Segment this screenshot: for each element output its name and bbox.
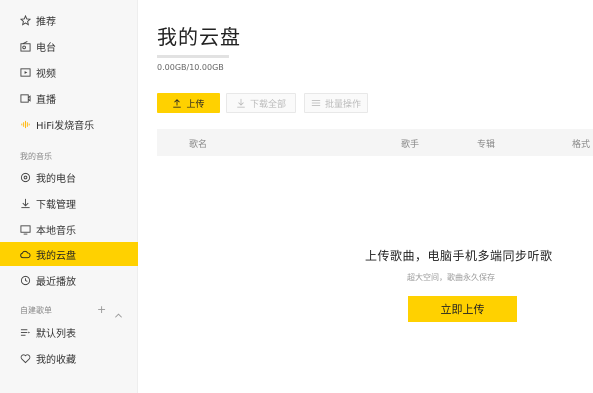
sidebar-item-label: 最近播放 bbox=[36, 276, 76, 288]
sidebar-item-my-cloud[interactable]: 我的云盘 bbox=[0, 242, 138, 266]
video-icon bbox=[19, 66, 31, 78]
download-icon bbox=[236, 98, 246, 108]
sidebar-item-label: 电台 bbox=[36, 42, 56, 54]
sidebar-item-local-music[interactable]: 本地音乐 bbox=[0, 217, 138, 241]
podcast-icon bbox=[19, 171, 31, 183]
sidebar-item-favorites[interactable]: 我的收藏 bbox=[0, 346, 138, 370]
sidebar-item-label: 直播 bbox=[36, 94, 56, 106]
sidebar-item-recommend[interactable]: 推荐 bbox=[0, 8, 138, 32]
sidebar-item-hifi[interactable]: HiFi发烧音乐 bbox=[0, 112, 138, 136]
heart-icon bbox=[19, 352, 31, 364]
section-title-my-music: 我的音乐 bbox=[20, 152, 52, 161]
upload-icon bbox=[172, 98, 182, 108]
sidebar-item-label: 我的云盘 bbox=[36, 250, 76, 262]
sidebar-item-default-list[interactable]: 默认列表 bbox=[0, 320, 138, 344]
clock-icon bbox=[19, 274, 31, 286]
download-all-label: 下载全部 bbox=[249, 99, 286, 110]
batch-operation-button[interactable]: 批量操作 bbox=[304, 93, 368, 113]
download-all-button[interactable]: 下载全部 bbox=[226, 93, 296, 113]
sidebar-item-label: 本地音乐 bbox=[36, 225, 76, 237]
batch-operation-label: 批量操作 bbox=[324, 99, 361, 110]
empty-state-title: 上传歌曲，电脑手机多端同步听歌 bbox=[365, 249, 553, 263]
live-icon bbox=[19, 92, 31, 104]
sidebar-item-my-radio[interactable]: 我的电台 bbox=[0, 165, 138, 189]
upload-button-label: 上传 bbox=[186, 99, 205, 110]
main-content: 我的云盘 0.00GB/10.00GB 上传 下载全部 批量操作 歌名 歌手 专… bbox=[139, 0, 593, 393]
radio-icon bbox=[19, 40, 31, 52]
sidebar-item-label: 下载管理 bbox=[36, 199, 76, 211]
sidebar: 推荐 电台 视频 直播 HiFi发烧音乐 我的音乐 我的电台 下载管理 本地音乐… bbox=[0, 0, 138, 393]
table-header: 歌名 歌手 专辑 格式 bbox=[157, 129, 593, 156]
monitor-icon bbox=[19, 223, 31, 235]
sidebar-item-label: 推荐 bbox=[36, 16, 56, 28]
download-icon bbox=[19, 197, 31, 209]
cloud-icon bbox=[19, 248, 31, 260]
column-header-format[interactable]: 格式 bbox=[572, 137, 590, 150]
empty-state-subtitle: 超大空间，歌曲永久保存 bbox=[407, 273, 495, 282]
storage-usage-bar bbox=[157, 55, 229, 58]
sidebar-item-label: 默认列表 bbox=[36, 328, 76, 340]
sidebar-item-recent[interactable]: 最近播放 bbox=[0, 268, 138, 292]
column-header-artist[interactable]: 歌手 bbox=[401, 137, 419, 150]
sidebar-item-live[interactable]: 直播 bbox=[0, 86, 138, 110]
batch-list-icon bbox=[311, 98, 321, 108]
sidebar-item-label: HiFi发烧音乐 bbox=[36, 120, 95, 132]
sidebar-item-video[interactable]: 视频 bbox=[0, 60, 138, 84]
page-title: 我的云盘 bbox=[157, 25, 241, 49]
hifi-icon bbox=[19, 118, 31, 130]
sidebar-item-label: 我的收藏 bbox=[36, 354, 76, 366]
upload-now-button[interactable]: 立即上传 bbox=[408, 296, 517, 322]
section-title-label: 自建歌单 bbox=[20, 306, 52, 315]
add-playlist-button[interactable]: + bbox=[97, 303, 106, 316]
sidebar-item-radio[interactable]: 电台 bbox=[0, 34, 138, 58]
star-icon bbox=[19, 14, 31, 26]
storage-usage-text: 0.00GB/10.00GB bbox=[157, 63, 224, 72]
list-icon bbox=[19, 326, 31, 338]
column-header-title[interactable]: 歌名 bbox=[189, 137, 207, 150]
sidebar-item-downloads[interactable]: 下载管理 bbox=[0, 191, 138, 215]
sidebar-item-label: 视频 bbox=[36, 68, 56, 80]
chevron-up-icon bbox=[115, 313, 122, 318]
column-header-album[interactable]: 专辑 bbox=[477, 137, 495, 150]
upload-button[interactable]: 上传 bbox=[157, 93, 220, 113]
sidebar-item-label: 我的电台 bbox=[36, 173, 76, 185]
